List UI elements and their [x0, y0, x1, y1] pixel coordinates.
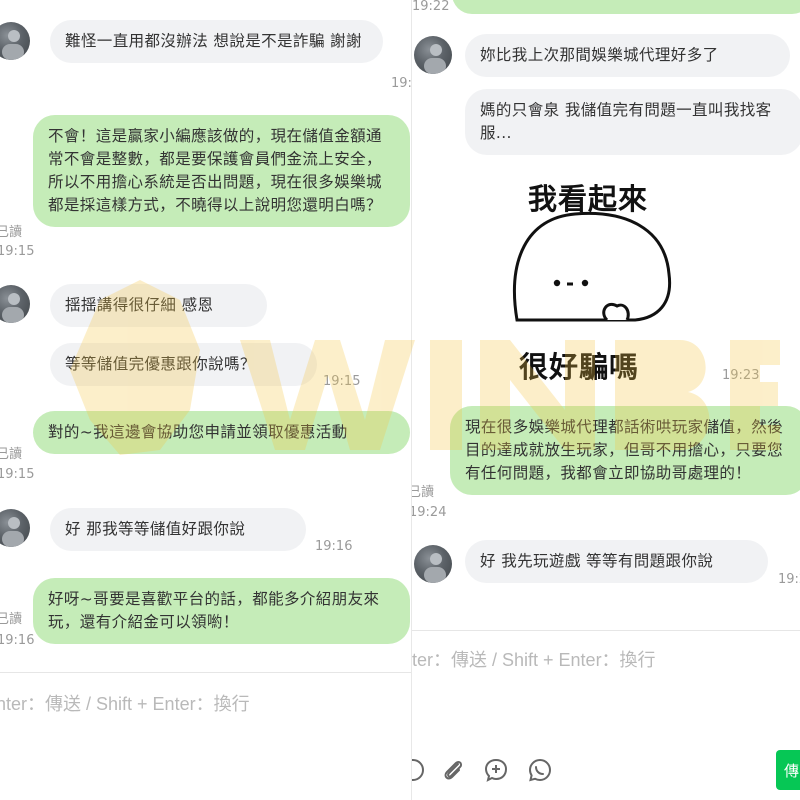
- message-time: 19:23: [722, 368, 760, 383]
- read-receipt: 已讀: [0, 447, 23, 462]
- add-comment-icon[interactable]: [481, 755, 511, 785]
- paperclip-icon[interactable]: [438, 755, 468, 785]
- user-photo-icon: [424, 553, 446, 583]
- message-input[interactable]: ter：傳送 / Shift + Enter：換行: [412, 646, 656, 672]
- divider: [412, 630, 800, 631]
- message-bubble: 難怪一直用都沒辦法 想說是不是詐騙 謝謝: [50, 20, 383, 63]
- sticker[interactable]: 我看起來 很好騙嗎: [507, 170, 687, 390]
- message-time: 19:24: [411, 505, 447, 520]
- message-bubble: 好呀~哥要是喜歡平台的話，都能多介紹朋友來玩，還有介紹金可以領喲！: [33, 578, 410, 644]
- sticker-caption: 我看起來: [528, 182, 649, 216]
- message-time: 19:22: [412, 0, 450, 14]
- message-bubble: 對的~我這邊會協助您申請並領取優惠活動: [33, 411, 410, 454]
- read-receipt: 已讀: [0, 225, 23, 240]
- read-receipt: 已讀: [412, 485, 435, 500]
- message-bubble: [452, 0, 800, 14]
- avatar[interactable]: [414, 36, 452, 74]
- message-input[interactable]: nter：傳送 / Shift + Enter：換行: [0, 690, 250, 716]
- message-bubble: 妳比我上次那間娛樂城代理好多了: [465, 34, 790, 77]
- user-photo-icon: [424, 44, 446, 74]
- avatar[interactable]: [414, 545, 452, 583]
- message-bubble: 好 我先玩遊戲 等等有問題跟你說: [465, 540, 768, 583]
- message-time: 19:15: [323, 374, 361, 389]
- message-time: 19:16: [315, 539, 353, 554]
- message-bubble: 媽的只會泉 我儲值完有問題一直叫我找客服...: [465, 89, 800, 155]
- message-bubble: 好 那我等等儲值好跟你說: [50, 508, 306, 551]
- whatsapp-icon[interactable]: [525, 755, 555, 785]
- user-photo-icon: [2, 30, 24, 60]
- message-time: 19:15: [0, 244, 35, 259]
- message-time: 19:15: [0, 467, 35, 482]
- user-photo-icon: [2, 293, 24, 323]
- message-bubble: 等等儲值完優惠跟你說嗎？: [50, 343, 317, 386]
- chat-panel-right: 19:22 妳比我上次那間娛樂城代理好多了 媽的只會泉 我儲值完有問題一直叫我找…: [411, 0, 800, 800]
- message-time: 19:16: [0, 633, 35, 648]
- sticker-caption: 很好騙嗎: [519, 350, 640, 384]
- user-photo-icon: [2, 517, 24, 547]
- message-time: 19:2: [778, 572, 800, 587]
- message-time: 19:: [391, 76, 411, 91]
- avatar[interactable]: [0, 22, 30, 60]
- message-bubble: 不會！這是贏家小編應該做的，現在儲值金額通常不會是整數，都是要保護會員們金流上安…: [33, 115, 410, 227]
- avatar[interactable]: [0, 509, 30, 547]
- chat-panel-left: 難怪一直用都沒辦法 想說是不是詐騙 謝謝 19: 不會！這是贏家小編應該做的，現…: [0, 0, 411, 800]
- read-receipt: 已讀: [0, 612, 23, 627]
- divider: [0, 672, 411, 673]
- emoji-icon[interactable]: [411, 755, 428, 785]
- message-bubble: 揺揺講得很仔細 感恩: [50, 284, 267, 327]
- send-button[interactable]: 傳: [776, 750, 800, 790]
- message-bubble: 現在很多娛樂城代理都話術哄玩家儲值，然後目的達成就放生玩家，但哥不用擔心，只要您…: [450, 406, 800, 495]
- avatar[interactable]: [0, 285, 30, 323]
